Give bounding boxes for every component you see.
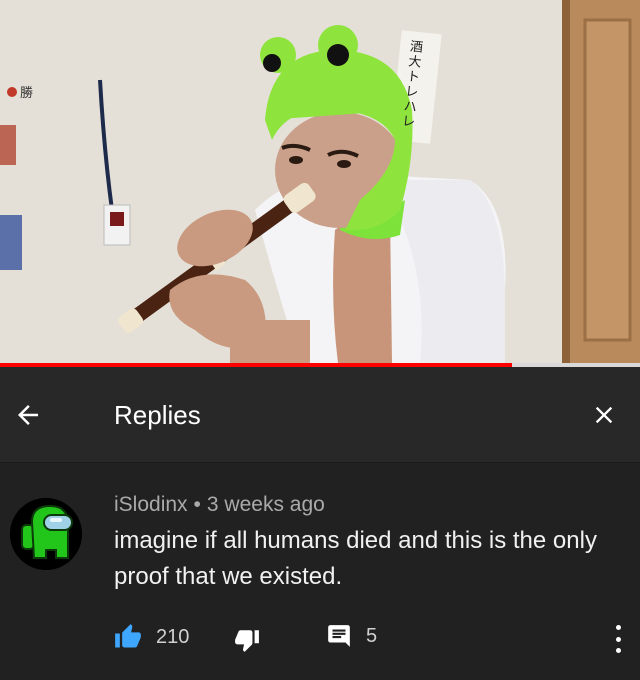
like-count: 210	[156, 625, 190, 648]
back-button[interactable]	[0, 387, 56, 443]
page-title: Replies	[114, 400, 201, 430]
comment-time: 3 weeks ago	[206, 493, 325, 516]
close-icon	[595, 406, 613, 424]
comment-meta: iSlodinx • 3 weeks ago	[114, 493, 325, 517]
thumbs-up-icon	[115, 624, 141, 648]
more-options-button[interactable]	[606, 621, 630, 657]
comment-author[interactable]: iSlodinx	[114, 493, 188, 516]
video-frame-image	[0, 0, 640, 363]
more-dot-icon	[615, 636, 621, 642]
comment-thread: iSlodinx • 3 weeks ago imagine if all huma…	[0, 463, 640, 680]
dislike-button[interactable]	[234, 627, 260, 653]
more-dot-icon	[615, 625, 621, 630]
avatar[interactable]	[10, 498, 82, 570]
comment-actions: 210 5	[114, 623, 634, 655]
more-dot-icon	[615, 648, 621, 653]
reply-count: 5	[366, 624, 378, 647]
video-player[interactable]: 酒大トレハレ 勝	[0, 0, 640, 363]
reply-button[interactable]: 5	[326, 623, 377, 649]
among-us-crewmate-icon	[10, 498, 82, 570]
arrow-left-icon	[18, 405, 38, 425]
like-button[interactable]: 210	[114, 623, 189, 651]
comment-text: imagine if all humans died and this is t…	[114, 527, 597, 590]
replies-header: Replies	[0, 367, 640, 463]
meta-separator: •	[193, 493, 201, 516]
wall-sign-text: 勝	[20, 86, 34, 101]
thumbs-down-icon	[235, 630, 259, 652]
comment-icon	[328, 625, 350, 647]
close-button[interactable]	[576, 387, 632, 443]
